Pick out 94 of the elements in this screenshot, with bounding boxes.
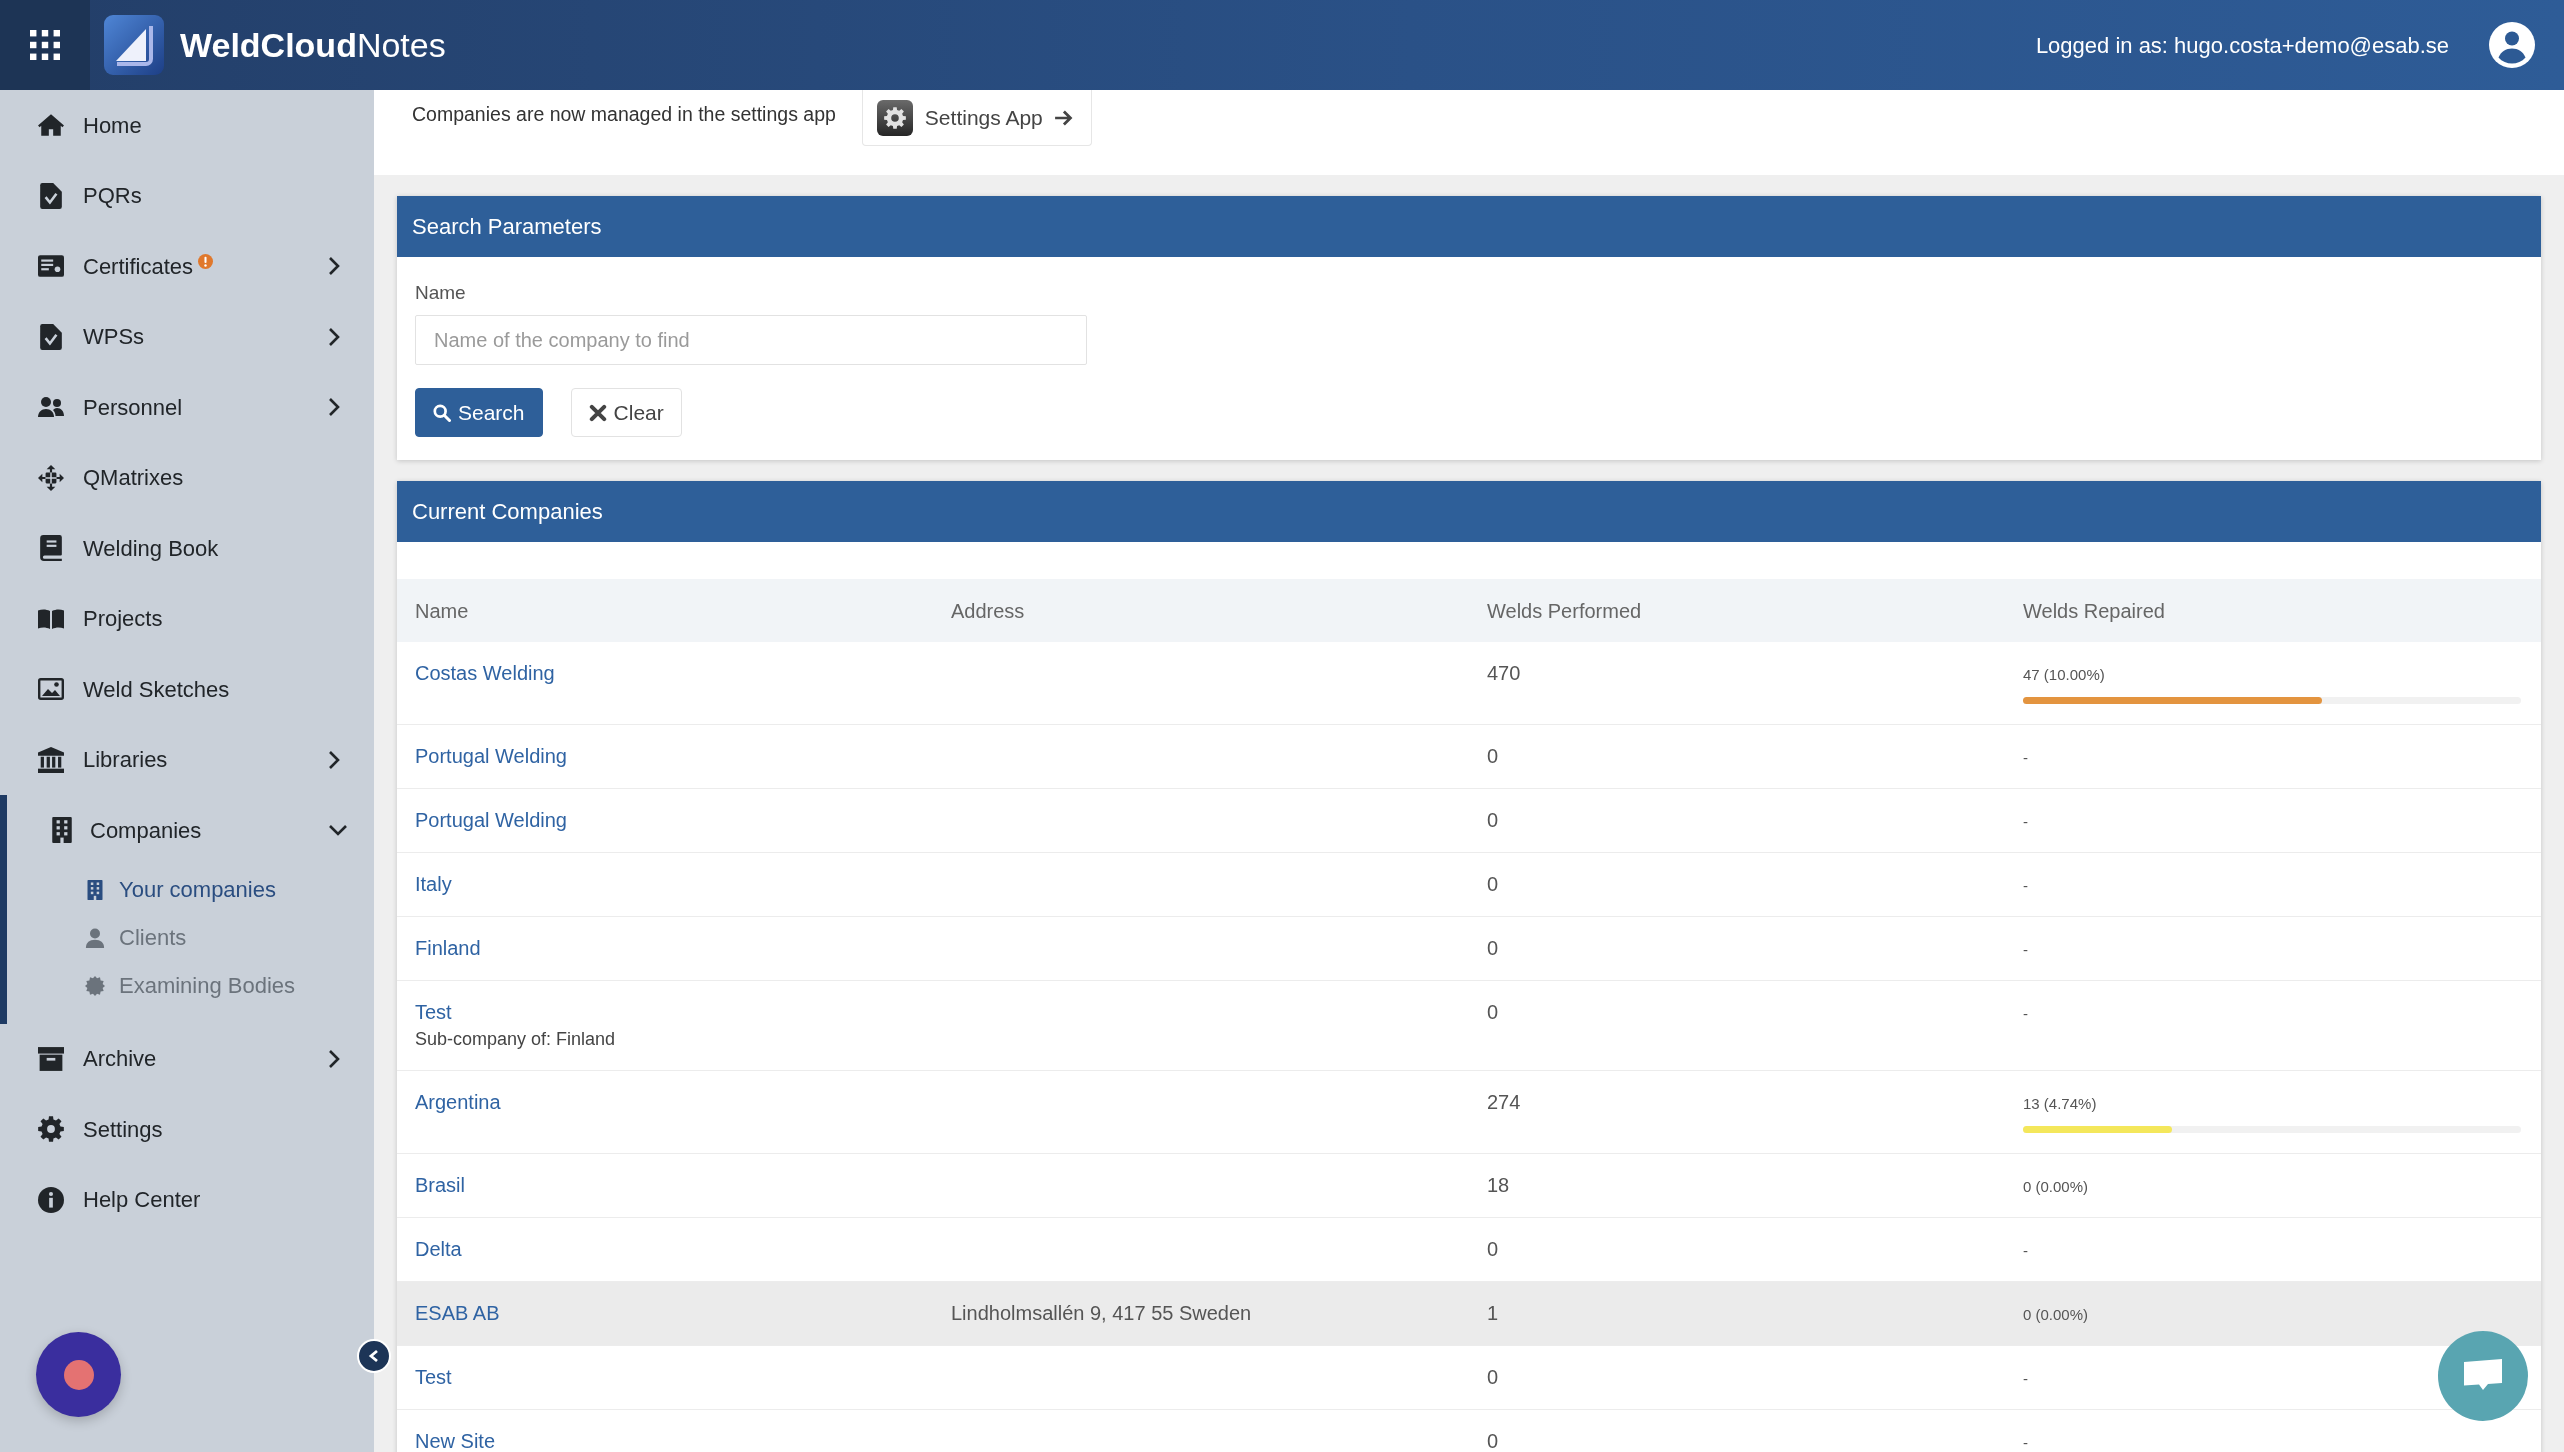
floating-action-button[interactable] xyxy=(36,1332,121,1417)
company-link[interactable]: Costas Welding xyxy=(415,662,555,684)
search-button[interactable]: Search xyxy=(415,388,543,437)
sidebar-item[interactable]: Companies xyxy=(0,795,374,866)
column-header: Address xyxy=(933,579,1469,642)
move-arrows-icon xyxy=(38,464,64,491)
sidebar-item[interactable]: Libraries xyxy=(0,724,374,795)
logged-in-text: Logged in as: hugo.costa+demo@esab.se xyxy=(2035,31,2449,60)
settings-app-button[interactable]: Settings App xyxy=(861,90,1092,146)
parent-company-text: Sub-company of: Finland xyxy=(415,1028,616,1050)
user-icon xyxy=(85,927,105,948)
seal-icon xyxy=(85,975,105,996)
bank-icon xyxy=(38,746,64,773)
repair-count-text: 0 (0.00%) xyxy=(2023,1177,2089,1197)
sidebar-item[interactable]: Settings xyxy=(0,1094,374,1165)
table-cell: 0 xyxy=(1469,916,2005,981)
image-icon xyxy=(38,676,64,703)
book-icon xyxy=(38,535,64,562)
grid-icon xyxy=(30,30,60,60)
repair-count-text: - xyxy=(2023,1241,2028,1261)
sidebar-item[interactable]: QMatrixes xyxy=(0,442,374,513)
table-cell: Lindholmsallén 9, 417 55 Sweden xyxy=(933,1281,1469,1346)
company-link[interactable]: New Site xyxy=(415,1430,496,1452)
panel-header: Current Companies xyxy=(397,481,2541,542)
search-icon xyxy=(433,403,451,422)
table-cell: 0 xyxy=(1469,1409,2005,1452)
company-link[interactable]: Italy xyxy=(415,873,452,895)
repair-count-text: - xyxy=(2023,1433,2028,1452)
sidebar-item[interactable]: WPSs xyxy=(0,301,374,372)
sidebar-item[interactable]: Personnel xyxy=(0,372,374,443)
home-icon xyxy=(38,112,64,139)
sidebar-item[interactable]: Welding Book xyxy=(0,513,374,584)
info-icon xyxy=(38,1186,64,1213)
repair-count-text: - xyxy=(2023,748,2028,768)
logo-icon xyxy=(104,15,164,75)
arrow-right-icon xyxy=(1054,109,1073,126)
x-icon xyxy=(588,403,607,422)
column-header: Welds Repaired xyxy=(2005,579,2541,642)
column-header: Welds Performed xyxy=(1469,579,2005,642)
archive-box-icon xyxy=(38,1045,64,1072)
repair-count-text: 47 (10.00%) xyxy=(2023,665,2105,685)
table-cell: 18 xyxy=(1469,1153,2005,1218)
file-check-icon xyxy=(38,182,64,209)
table-cell: 0 xyxy=(1469,724,2005,789)
sidebar-item[interactable]: Projects xyxy=(0,583,374,654)
sidebar-item[interactable]: PQRs xyxy=(0,160,374,231)
field-label: Name xyxy=(415,281,466,305)
building-icon xyxy=(49,817,75,844)
sidebar-item[interactable]: Home xyxy=(0,90,374,161)
sidebar-item[interactable]: Archive xyxy=(0,1023,374,1094)
file-check-icon xyxy=(38,323,64,350)
table-cell: 1 xyxy=(1469,1281,2005,1346)
sidebar-item[interactable]: Help Center xyxy=(0,1164,374,1235)
company-link[interactable]: Portugal Welding xyxy=(415,745,567,767)
sidebar-subitem[interactable]: Your companies xyxy=(7,865,374,914)
certificate-icon xyxy=(38,253,64,280)
repair-count-text: - xyxy=(2023,876,2028,896)
repair-count-text: 0 (0.00%) xyxy=(2023,1305,2089,1325)
building-icon xyxy=(85,879,105,900)
table-cell: 0 xyxy=(1469,1217,2005,1282)
dot-icon xyxy=(63,1359,94,1390)
apps-menu-button[interactable] xyxy=(0,0,90,90)
sidebar-item[interactable]: Weld Sketches xyxy=(0,654,374,725)
brand-name: WeldCloudNotes xyxy=(180,25,446,65)
table-cell: 0 xyxy=(1469,852,2005,917)
company-link[interactable]: Test xyxy=(415,1001,452,1023)
collapse-sidebar-button[interactable] xyxy=(357,1339,391,1373)
chevron-left-icon xyxy=(368,1349,380,1363)
repair-count-text: - xyxy=(2023,812,2028,832)
table-cell: 470 xyxy=(1469,642,2005,725)
gear-icon xyxy=(876,99,913,136)
sidebar-item[interactable]: Certificates xyxy=(0,231,374,302)
company-link[interactable]: ESAB AB xyxy=(415,1302,500,1324)
company-link[interactable]: Portugal Welding xyxy=(415,809,567,831)
company-link[interactable]: Delta xyxy=(415,1238,462,1260)
user-avatar-icon[interactable] xyxy=(2489,22,2535,68)
repair-count-text: - xyxy=(2023,1004,2028,1024)
search-field[interactable]: Name of the company to find xyxy=(415,315,1087,365)
company-link[interactable]: Argentina xyxy=(415,1091,501,1113)
table-cell: 274 xyxy=(1469,1070,2005,1154)
company-link[interactable]: Finland xyxy=(415,937,481,959)
company-link[interactable]: Brasil xyxy=(415,1174,465,1196)
company-link[interactable]: Test xyxy=(415,1366,452,1388)
notice-text: Companies are now managed in the settings app xyxy=(412,102,836,126)
table-cell: 0 xyxy=(1469,980,2005,1071)
clear-button[interactable]: Clear xyxy=(570,388,682,437)
repair-count-text: 13 (4.74%) xyxy=(2023,1094,2097,1114)
repair-count-text: - xyxy=(2023,1369,2028,1389)
table-cell: 0 xyxy=(1469,1345,2005,1410)
settings-icon xyxy=(38,1116,64,1143)
panel-header: Search Parameters xyxy=(397,196,2541,257)
table-cell: 0 xyxy=(1469,788,2005,853)
column-header: Name xyxy=(397,579,933,642)
repair-count-text: - xyxy=(2023,940,2028,960)
